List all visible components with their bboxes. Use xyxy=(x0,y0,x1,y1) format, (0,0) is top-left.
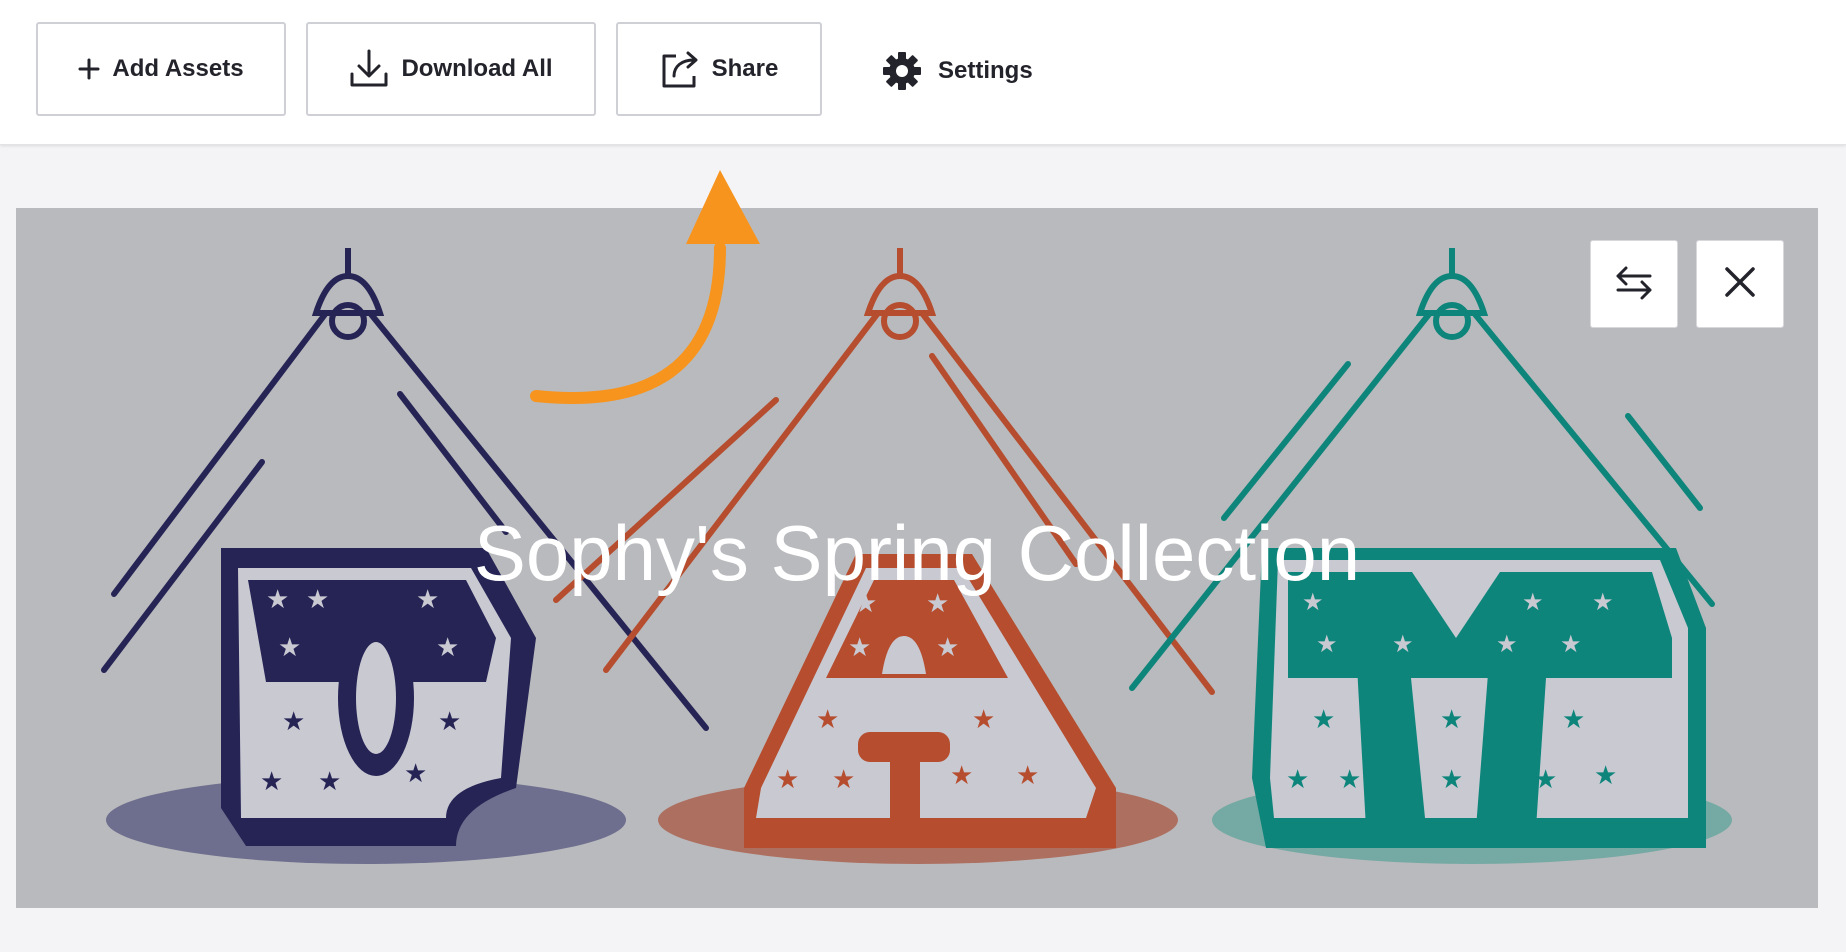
svg-text:★: ★ xyxy=(1286,765,1309,795)
banner-title: Sophy's Spring Collection xyxy=(473,509,1361,597)
banner-image: ★ ★ ★ ★ ★ ★ ★ ★ ★ ★ ★ ★ ★ ★ ★ ★ ★ ★ ★ ★ … xyxy=(16,208,1818,908)
svg-text:★: ★ xyxy=(776,765,799,795)
svg-text:★: ★ xyxy=(404,759,427,789)
svg-text:★: ★ xyxy=(848,633,871,663)
svg-text:★: ★ xyxy=(950,761,973,791)
swap-arrows-icon xyxy=(1614,262,1654,307)
gear-icon xyxy=(882,51,922,91)
svg-text:★: ★ xyxy=(318,767,341,797)
toolbar: Add Assets Download All Share Settings xyxy=(0,0,1846,145)
svg-text:★: ★ xyxy=(1392,630,1414,658)
add-assets-label: Add Assets xyxy=(112,55,244,82)
svg-text:★: ★ xyxy=(436,633,459,663)
svg-text:★: ★ xyxy=(1316,630,1338,658)
svg-text:★: ★ xyxy=(972,705,995,735)
svg-text:★: ★ xyxy=(260,767,283,797)
svg-text:★: ★ xyxy=(438,707,461,737)
svg-text:★: ★ xyxy=(936,633,959,663)
svg-text:★: ★ xyxy=(1496,630,1518,658)
svg-text:★: ★ xyxy=(1534,765,1557,795)
svg-text:★: ★ xyxy=(1594,761,1617,791)
settings-button[interactable]: Settings xyxy=(882,48,1033,94)
svg-text:★: ★ xyxy=(282,707,305,737)
svg-text:★: ★ xyxy=(1562,705,1585,735)
share-icon xyxy=(660,48,700,90)
svg-text:★: ★ xyxy=(1016,761,1039,791)
close-button[interactable] xyxy=(1696,240,1784,328)
svg-text:★: ★ xyxy=(1440,765,1463,795)
svg-text:★: ★ xyxy=(1560,630,1582,658)
share-label: Share xyxy=(711,55,779,82)
plus-icon xyxy=(78,58,100,80)
share-button[interactable]: Share xyxy=(616,22,822,116)
settings-label: Settings xyxy=(938,57,1033,84)
svg-text:★: ★ xyxy=(1312,705,1335,735)
curved-arrow-icon xyxy=(530,170,760,405)
download-all-label: Download All xyxy=(401,55,553,82)
add-assets-button[interactable]: Add Assets xyxy=(36,22,286,116)
download-all-button[interactable]: Download All xyxy=(306,22,596,116)
svg-text:★: ★ xyxy=(832,765,855,795)
close-icon xyxy=(1723,265,1757,304)
svg-text:★: ★ xyxy=(1440,705,1463,735)
svg-text:★: ★ xyxy=(278,633,301,663)
svg-text:★: ★ xyxy=(1338,765,1361,795)
svg-text:★: ★ xyxy=(816,705,839,735)
download-icon xyxy=(349,48,389,90)
swap-button[interactable] xyxy=(1590,240,1678,328)
